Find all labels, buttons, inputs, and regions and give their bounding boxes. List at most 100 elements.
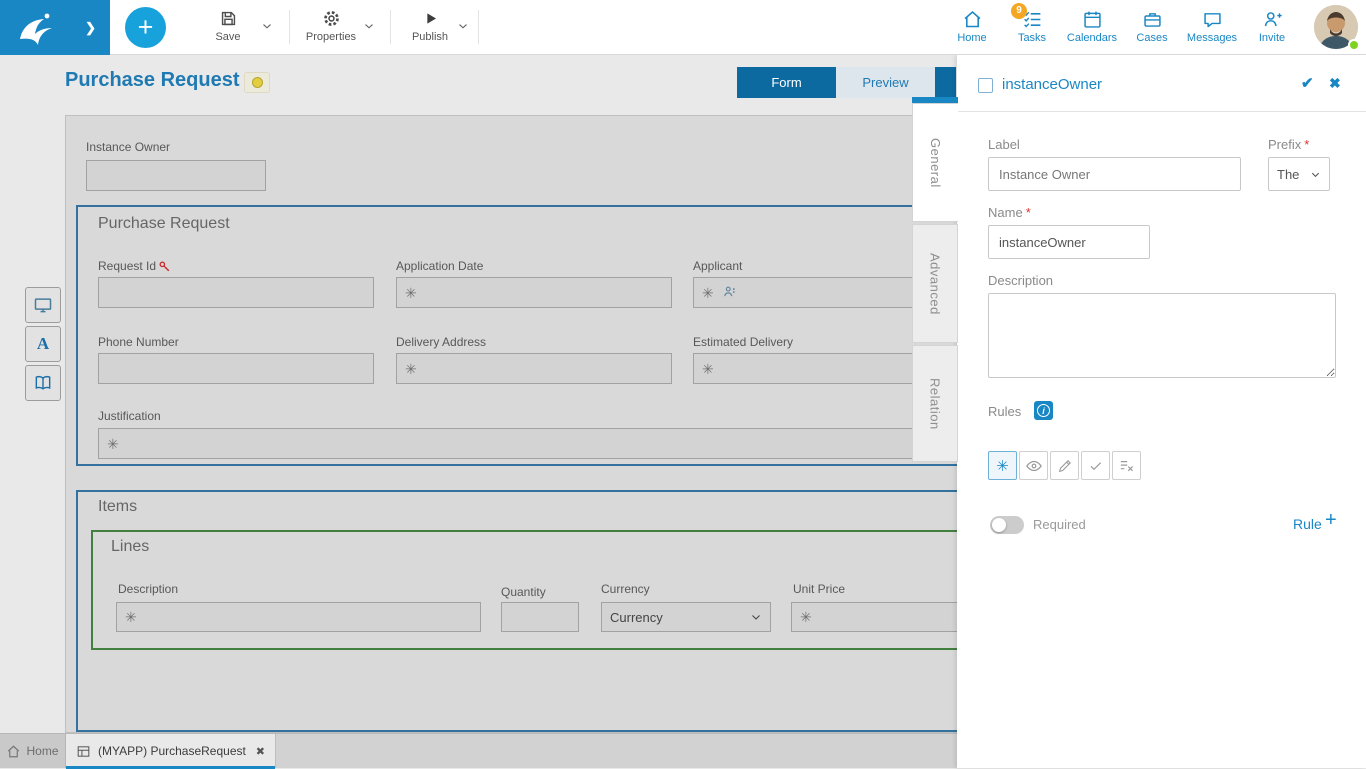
- delivery-address-input[interactable]: [396, 353, 672, 384]
- chevron-down-icon: [459, 24, 467, 29]
- library-button[interactable]: [25, 365, 61, 401]
- publish-menu-chevron[interactable]: [456, 19, 470, 33]
- section-lines[interactable]: Lines Description Quantity Currency Curr…: [91, 530, 1074, 650]
- bottom-tab-purchaserequest[interactable]: (MYAPP) PurchaseRequest ✖: [66, 734, 276, 769]
- online-status-dot: [1348, 39, 1360, 51]
- save-menu-chevron[interactable]: [260, 19, 274, 33]
- properties-menu-chevron[interactable]: [362, 19, 376, 33]
- rule-validate-button[interactable]: [1081, 451, 1110, 480]
- publish-label: Publish: [411, 31, 449, 43]
- add-rule-plus-icon[interactable]: +: [1325, 510, 1337, 530]
- section-title: Lines: [111, 538, 150, 555]
- sidebar-expand-icon[interactable]: ❯: [85, 20, 96, 36]
- instance-owner-input[interactable]: [86, 160, 266, 191]
- description-input[interactable]: [116, 602, 481, 632]
- add-rule-link[interactable]: Rule: [1293, 516, 1322, 532]
- applicant-label: Applicant: [693, 259, 743, 273]
- tab-relation[interactable]: Relation: [912, 345, 958, 462]
- tasks-badge: 9: [1011, 3, 1027, 19]
- name-field-label: Name *: [988, 205, 1031, 220]
- app-logo-block[interactable]: ❯: [0, 0, 110, 55]
- request-id-input[interactable]: [98, 277, 374, 308]
- panel-title: instanceOwner: [1002, 76, 1103, 93]
- delivery-address-field[interactable]: [396, 353, 672, 384]
- fields-palette-button[interactable]: [25, 287, 61, 323]
- close-panel-icon[interactable]: ✖: [1329, 75, 1341, 92]
- chevron-down-icon: [752, 615, 760, 620]
- delivery-address-label: Delivery Address: [396, 335, 487, 349]
- briefcase-icon: [1143, 13, 1161, 27]
- prefix-field-label: Prefix *: [1268, 137, 1310, 152]
- panel-divider: [957, 111, 1366, 112]
- quantity-label: Quantity: [501, 585, 546, 599]
- phone-number-field[interactable]: [98, 353, 374, 384]
- name-input[interactable]: [988, 225, 1150, 259]
- label-input[interactable]: [988, 157, 1241, 191]
- field-checkbox[interactable]: [978, 78, 993, 93]
- publish-button[interactable]: Publish: [398, 9, 462, 43]
- tab-partial[interactable]: [935, 67, 956, 98]
- nav-messages[interactable]: Messages: [1182, 5, 1242, 44]
- rule-visible-button[interactable]: [1019, 451, 1048, 480]
- phone-number-input[interactable]: [98, 353, 374, 384]
- estimated-delivery-label: Estimated Delivery: [693, 335, 794, 349]
- pencil-icon: [1058, 459, 1071, 472]
- quantity-input[interactable]: [501, 602, 579, 632]
- description-label: Description: [118, 582, 179, 596]
- check-icon: [1090, 461, 1101, 470]
- rule-clear-validations-button[interactable]: [1112, 451, 1141, 480]
- tab-general[interactable]: General: [912, 103, 958, 222]
- properties-button[interactable]: Properties: [296, 9, 366, 43]
- section-title: Purchase Request: [98, 215, 230, 232]
- user-picker-icon: [724, 286, 735, 297]
- nav-home[interactable]: Home: [942, 5, 1002, 44]
- plus-icon: +: [137, 12, 154, 42]
- justification-label: Justification: [98, 409, 161, 423]
- description-field[interactable]: [116, 602, 481, 632]
- text-tool-button[interactable]: A: [25, 326, 61, 362]
- unit-price-label: Unit Price: [793, 582, 846, 596]
- instance-owner-label: Instance Owner: [86, 140, 171, 154]
- bottom-tab-home[interactable]: Home: [0, 734, 66, 768]
- tab-preview[interactable]: Preview: [836, 67, 935, 98]
- application-date-field[interactable]: [396, 277, 672, 308]
- quantity-field[interactable]: [501, 602, 579, 632]
- info-icon[interactable]: i: [1034, 401, 1053, 420]
- app-logo: [20, 13, 52, 45]
- required-star: *: [1304, 137, 1310, 152]
- required-toggle-label: Required: [1033, 517, 1086, 532]
- tab-form[interactable]: Form: [737, 67, 836, 98]
- tab-advanced[interactable]: Advanced: [912, 224, 958, 343]
- application-date-label: Application Date: [396, 259, 484, 273]
- chevron-down-icon: [365, 24, 373, 29]
- save-icon: [221, 11, 235, 26]
- save-button[interactable]: Save: [198, 9, 258, 43]
- section-items[interactable]: Items Lines Description Quantity Currenc…: [76, 490, 1089, 732]
- home-icon: [8, 744, 20, 757]
- add-button[interactable]: +: [125, 7, 166, 48]
- currency-label: Currency: [601, 582, 650, 596]
- rule-edit-button[interactable]: [1050, 451, 1079, 480]
- application-date-input[interactable]: [396, 277, 672, 308]
- nav-tasks[interactable]: 9 Tasks: [1002, 3, 1062, 44]
- nav-calendars[interactable]: Calendars: [1062, 5, 1122, 44]
- chevron-down-icon: [1311, 172, 1320, 177]
- rule-required-button[interactable]: ✳: [988, 451, 1017, 480]
- currency-select[interactable]: Currency: [601, 602, 771, 632]
- prefix-select[interactable]: The: [1268, 157, 1330, 191]
- invite-user-icon: [1264, 12, 1282, 27]
- toggle-knob: [992, 518, 1006, 532]
- nav-cases[interactable]: Cases: [1122, 5, 1182, 44]
- letter-a-icon: A: [36, 334, 50, 353]
- view-tabs: Form Preview: [737, 67, 956, 98]
- toolbar-divider: [289, 10, 290, 44]
- close-tab-icon[interactable]: ✖: [256, 745, 265, 758]
- required-toggle[interactable]: [990, 516, 1024, 534]
- instance-owner-field[interactable]: [86, 160, 266, 191]
- confirm-icon[interactable]: ✔: [1301, 74, 1314, 92]
- description-textarea[interactable]: [988, 293, 1336, 378]
- chevron-down-icon: [263, 24, 271, 29]
- chat-bubble-icon: [1203, 13, 1221, 28]
- nav-invite[interactable]: Invite: [1242, 5, 1302, 44]
- request-id-field[interactable]: [98, 277, 374, 308]
